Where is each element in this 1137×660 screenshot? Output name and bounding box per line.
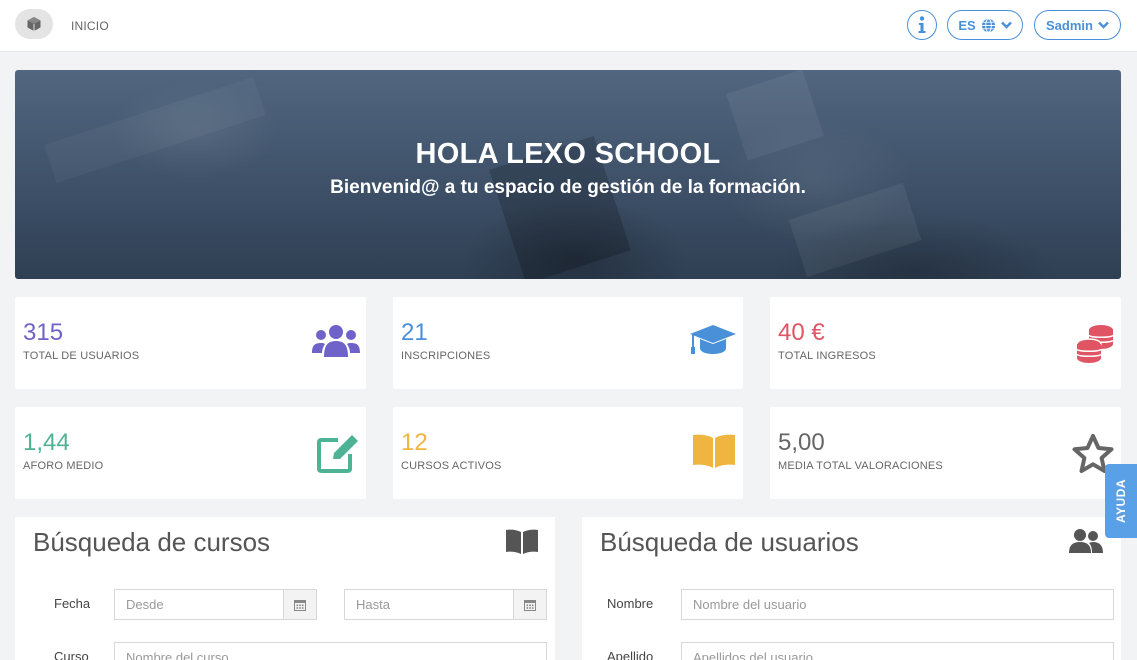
date-to-picker[interactable] — [513, 589, 547, 620]
stat-label: AFORO MEDIO — [23, 460, 104, 472]
stat-card-users: 315 TOTAL DE USUARIOS — [15, 297, 366, 389]
stat-value: 1,44 — [23, 429, 70, 456]
user-name-input[interactable]: Nombre del usuario — [681, 589, 1114, 620]
stat-card-capacity: 1,44 AFORO MEDIO — [15, 407, 366, 499]
user-search-panel: Búsqueda de usuarios Nombre Nombre del u… — [582, 517, 1121, 660]
cube-icon — [27, 17, 41, 31]
book-open-icon — [693, 434, 735, 468]
apellido-label: Apellido — [607, 649, 654, 660]
date-from-input[interactable]: Desde — [114, 589, 284, 620]
language-selector[interactable]: ES — [947, 10, 1023, 40]
coins-icon — [1076, 325, 1114, 363]
stat-label: TOTAL INGRESOS — [778, 350, 876, 362]
stat-card-inscriptions: 21 INSCRIPCIONES — [393, 297, 743, 389]
language-label: ES — [958, 17, 976, 33]
date-from-picker[interactable] — [283, 589, 317, 620]
stat-value: 12 — [401, 429, 428, 456]
panel-title: Búsqueda de cursos — [33, 527, 271, 557]
user-surname-input[interactable]: Apellidos del usuario — [681, 642, 1114, 660]
stat-value: 40 € — [778, 319, 825, 346]
help-tab-label: AYUDA — [1114, 478, 1129, 524]
chevron-down-icon — [1098, 21, 1109, 29]
stat-label: CURSOS ACTIVOS — [401, 460, 502, 472]
stat-label: MEDIA TOTAL VALORACIONES — [778, 460, 943, 472]
stat-card-active-courses: 12 CURSOS ACTIVOS — [393, 407, 743, 499]
calendar-icon — [524, 599, 536, 611]
book-icon — [506, 529, 538, 554]
globe-icon — [981, 17, 995, 33]
help-tab[interactable]: AYUDA — [1105, 464, 1137, 538]
curso-label: Curso — [54, 649, 89, 660]
user-menu[interactable]: Sadmin — [1034, 10, 1121, 40]
date-to-input[interactable]: Hasta — [344, 589, 514, 620]
info-icon — [918, 16, 926, 33]
stat-card-rating: 5,00 MEDIA TOTAL VALORACIONES — [770, 407, 1121, 499]
user-name: Sadmin — [1046, 17, 1093, 33]
course-search-panel: Búsqueda de cursos Fecha Desde Hasta Cur… — [15, 517, 555, 660]
fecha-label: Fecha — [54, 596, 91, 611]
calendar-icon — [294, 599, 306, 611]
graduation-cap-icon — [690, 325, 736, 354]
nav-inicio[interactable]: INICIO — [71, 19, 109, 33]
nombre-label: Nombre — [607, 596, 654, 611]
banner-subtitle: Bienvenid@ a tu espacio de gestión de la… — [330, 177, 806, 198]
stat-value: 21 — [401, 319, 428, 346]
stat-value: 5,00 — [778, 429, 825, 456]
top-bar: INICIO ES Sadmin — [0, 0, 1137, 52]
users-icon — [312, 325, 360, 357]
stat-value: 315 — [23, 319, 64, 346]
info-button[interactable] — [907, 10, 937, 40]
banner-title: HOLA LEXO SCHOOL — [415, 138, 721, 170]
welcome-banner: HOLA LEXO SCHOOL Bienvenid@ a tu espacio… — [15, 70, 1121, 279]
stat-card-income: 40 € TOTAL INGRESOS — [770, 297, 1121, 389]
course-name-input[interactable]: Nombre del curso — [114, 642, 547, 660]
users-icon — [1069, 529, 1103, 553]
edit-icon — [317, 435, 358, 473]
logo-button[interactable] — [15, 9, 53, 39]
panel-title: Búsqueda de usuarios — [600, 527, 859, 557]
chevron-down-icon — [1000, 21, 1012, 29]
stat-label: TOTAL DE USUARIOS — [23, 350, 140, 362]
stat-label: INSCRIPCIONES — [401, 350, 491, 362]
